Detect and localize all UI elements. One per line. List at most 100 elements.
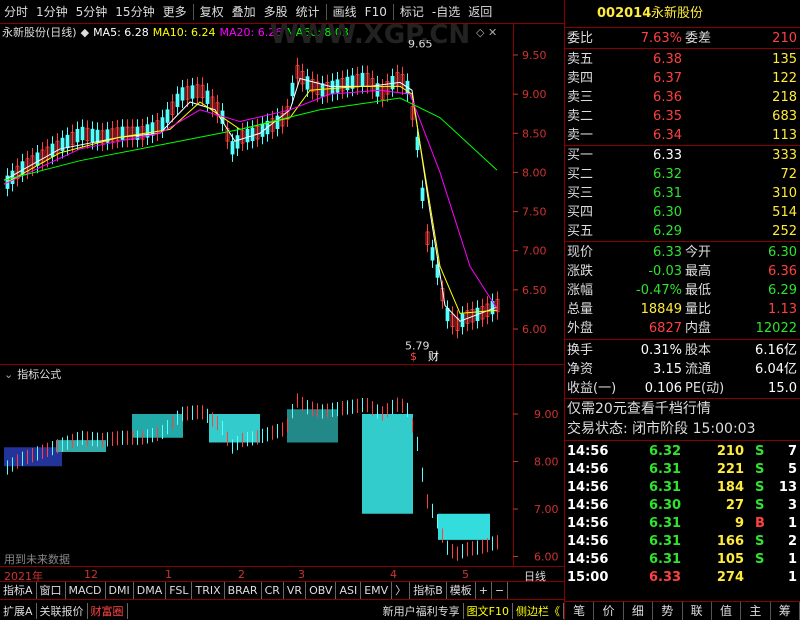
ask-price: 6.37 [653, 71, 682, 86]
fund-value: 0.106 [644, 381, 682, 396]
quote-tab[interactable]: 细 [624, 602, 654, 620]
toolbar-item[interactable]: 15分钟 [111, 3, 158, 20]
collapse-icon[interactable]: ⌄ [4, 368, 13, 381]
tick-count: 1 [787, 570, 797, 585]
candle-body [80, 126, 85, 141]
bottom-bar-item[interactable]: 关联报价 [37, 602, 88, 619]
quote-tab[interactable]: 笔 [565, 602, 595, 620]
indicator-tab[interactable]: − [492, 582, 509, 599]
indicator-tab[interactable]: DMI [106, 582, 134, 599]
tick-side: S [755, 444, 765, 459]
indicator-tab[interactable]: FSL [166, 582, 193, 599]
quote-tab[interactable]: 主 [741, 602, 771, 620]
price-tick-label: 7.00 [522, 245, 547, 258]
bid-row: 买一 6.33 333 [565, 146, 800, 165]
toolbar-item[interactable]: 5分钟 [72, 3, 112, 20]
quote-tab[interactable]: 值 [712, 602, 742, 620]
candle-body [190, 85, 195, 99]
toolbar-item[interactable]: 叠加 [228, 3, 260, 20]
quote-tab[interactable]: 势 [653, 602, 683, 620]
ask-volume: 113 [772, 128, 797, 143]
candle-body [120, 126, 125, 140]
ask-label: 卖一 [567, 128, 594, 143]
low-price-annotation: 5.79 [405, 339, 430, 352]
bid-row: 买五 6.29 252 [565, 222, 800, 241]
tick-count: 3 [787, 498, 797, 513]
price-tick-label: 9.00 [522, 88, 547, 101]
indicator-tab[interactable]: 窗口 [37, 582, 66, 599]
status-row: 交易状态: 闭市阶段 15:00:03 [565, 420, 800, 439]
indicator-tab[interactable]: 指标B [410, 582, 447, 599]
bottom-bar-item[interactable]: 图文F10 [464, 602, 513, 619]
quote-tab[interactable]: 价 [594, 602, 624, 620]
toolbar-item[interactable]: 标记 [396, 3, 428, 20]
indicator-tab[interactable]: EMV [361, 582, 393, 599]
stat-value: 12022 [755, 321, 797, 336]
chart-mini-controls[interactable]: ◇ ✕ [476, 26, 497, 39]
sub-tick-label: 9.00 [534, 408, 559, 421]
sub-tick-label: 6.00 [534, 551, 559, 564]
tick-side: S [755, 462, 765, 477]
stat-label: 涨跌 [567, 264, 594, 279]
weibi-row: 委比 7.63% 委差 210 [565, 29, 800, 48]
stat-label: 内盘 [685, 321, 712, 336]
time-label: 3 [298, 568, 305, 581]
bottom-bar-item[interactable]: 侧边栏《 [513, 602, 564, 619]
fund-row: 收益(一) 0.106 PE(动) 15.0 [565, 379, 800, 398]
indicator-tab[interactable]: DMA [134, 582, 167, 599]
indicator-tab[interactable]: OBV [306, 582, 337, 599]
toolbar-item[interactable]: F10 [361, 5, 391, 19]
divider [565, 27, 800, 28]
indicator-tab[interactable]: BRAR [225, 582, 262, 599]
ask-price: 6.35 [653, 109, 682, 124]
ask-label: 卖二 [567, 109, 594, 124]
bottom-bar-item[interactable]: 财富圈 [88, 602, 128, 619]
toolbar-item[interactable]: 复权 [196, 3, 228, 20]
kline-chart[interactable]: 9.50 9.00 8.50 8.00 7.50 7.00 6.50 6.00 9.00 8.00… [0, 40, 564, 566]
price-tick-label: 7.50 [522, 206, 547, 219]
tick-row: 14:56 6.31 105 S 1 [565, 550, 800, 569]
quote-tab[interactable]: 联 [683, 602, 712, 620]
toolbar-item[interactable]: 1分钟 [32, 3, 72, 20]
bid-label: 买四 [567, 205, 594, 220]
indicator-tab[interactable]: ASI [336, 582, 362, 599]
bottom-bar-item[interactable]: 新用户福利专享 [380, 602, 464, 619]
indicator-tab[interactable]: 模板 [447, 582, 476, 599]
tick-side: S [755, 498, 765, 513]
fund-label: 股本 [685, 343, 712, 358]
toolbar-item[interactable]: 画线 [329, 3, 361, 20]
stock-period-label: 永新股份(日线) [2, 26, 77, 39]
bottom-bar-item[interactable]: 扩展A [0, 602, 37, 619]
sub-chart-title: 指标公式 [17, 368, 62, 381]
candle-body [165, 109, 170, 123]
ask-volume: 135 [772, 52, 797, 67]
indicator-tab[interactable]: MACD [66, 582, 106, 599]
toolbar-item[interactable]: 分时 [0, 3, 32, 20]
toolbar-item[interactable]: 返回 [464, 3, 496, 20]
toolbar-item[interactable]: -自选 [428, 3, 464, 20]
ask-price: 6.36 [653, 90, 682, 105]
tick-volume: 9 [734, 516, 744, 531]
settings-icon[interactable]: ◆ [81, 26, 89, 39]
quote-tab[interactable]: 筹 [771, 602, 800, 620]
label: 委差 [685, 31, 712, 46]
indicator-tab[interactable]: TRIX [192, 582, 225, 599]
indicator-tab[interactable]: VR [284, 582, 307, 599]
divider [565, 145, 800, 146]
price-tick-label: 9.50 [522, 49, 547, 62]
toolbar-item[interactable]: 更多 [159, 3, 191, 20]
indicator-tab[interactable]: 〉 [392, 582, 411, 599]
indicator-tab[interactable]: 指标A [0, 582, 37, 599]
indicator-tab[interactable]: + [476, 582, 492, 599]
tick-row: 14:56 6.31 9 B 1 [565, 514, 800, 533]
toolbar-item[interactable]: 统计 [292, 3, 324, 20]
fund-label: 流通 [685, 362, 712, 377]
candle-body [420, 187, 425, 202]
bid-row: 买二 6.32 72 [565, 165, 800, 184]
tick-price: 6.31 [649, 534, 682, 549]
toolbar-item[interactable]: 多股 [260, 3, 292, 20]
toolbar-separator [325, 3, 327, 20]
indicator-tab[interactable]: CR [262, 582, 284, 599]
divider [565, 440, 800, 441]
indicator-box [438, 513, 490, 540]
